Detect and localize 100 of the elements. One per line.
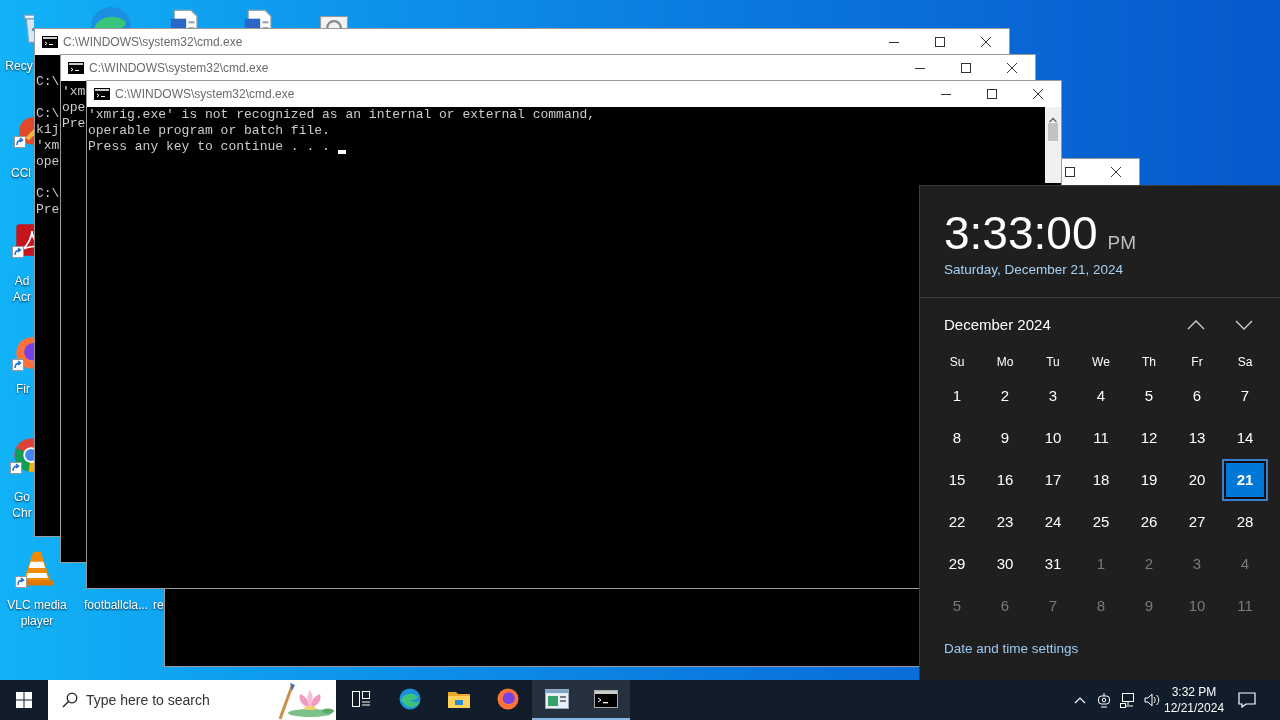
calendar-day[interactable]: 26 — [1126, 501, 1172, 543]
speaker-icon[interactable] — [1144, 692, 1160, 708]
scrollbar[interactable] — [1045, 107, 1061, 183]
calendar-day[interactable]: 9 — [982, 417, 1028, 459]
calendar-day[interactable]: 12 — [1126, 417, 1172, 459]
console-line: C:\ — [36, 74, 60, 90]
calendar-day[interactable]: 23 — [982, 501, 1028, 543]
camera-icon[interactable] — [1097, 692, 1111, 708]
console-line: Pre — [36, 202, 60, 218]
clock-time[interactable]: 3:32 PM — [1164, 684, 1224, 700]
month-label: December 2024 — [944, 314, 1052, 335]
weekday-label: Mo — [995, 354, 1015, 371]
close-icon — [1007, 63, 1017, 73]
window-icon — [544, 689, 569, 709]
console-line: k1j — [36, 122, 60, 138]
maximize-icon — [1065, 167, 1075, 177]
calendar-day[interactable]: 28 — [1222, 501, 1268, 543]
calendar-day[interactable]: 15 — [934, 459, 980, 501]
calendar-day[interactable]: 5 — [1126, 375, 1172, 417]
calendar-day[interactable]: 2 — [1126, 543, 1172, 585]
calendar-day[interactable]: 4 — [1222, 543, 1268, 585]
window-title: C:\WINDOWS\system32\cmd.exe — [115, 86, 296, 103]
weekday-label: Tu — [1045, 354, 1061, 371]
console-line: Pre — [62, 116, 86, 132]
calendar-day[interactable]: 8 — [1078, 585, 1124, 627]
taskbar-app-button[interactable] — [581, 680, 630, 720]
calendar-day[interactable]: 11 — [1222, 585, 1268, 627]
calendar-day[interactable]: 5 — [934, 585, 980, 627]
calendar-day[interactable]: 13 — [1174, 417, 1220, 459]
window-title: C:\WINDOWS\system32\cmd.exe — [89, 60, 270, 77]
chevron-up-icon — [1187, 319, 1205, 330]
calendar-day[interactable]: 25 — [1078, 501, 1124, 543]
network-icon[interactable] — [1120, 692, 1136, 708]
console-line: Press any key to continue . . . — [88, 139, 330, 155]
calendar-day[interactable]: 8 — [934, 417, 980, 459]
notification-icon — [1238, 692, 1256, 708]
calendar-day[interactable]: 3 — [1030, 375, 1076, 417]
calendar-day[interactable]: 30 — [982, 543, 1028, 585]
long-date: Saturday, December 21, 2024 — [944, 260, 1125, 279]
calendar-day[interactable]: 17 — [1030, 459, 1076, 501]
weekday-label: We — [1091, 354, 1111, 371]
calendar-day[interactable]: 31 — [1030, 543, 1076, 585]
close-icon — [1033, 89, 1043, 99]
maximize-icon — [935, 37, 945, 47]
calendar-day[interactable]: 20 — [1174, 459, 1220, 501]
console-line: C:\ — [36, 186, 60, 202]
scrollbar-thumb[interactable] — [1048, 123, 1058, 141]
calendar-day[interactable]: 21 — [1222, 459, 1268, 501]
calendar-day[interactable]: 16 — [982, 459, 1028, 501]
calendar-day[interactable]: 29 — [934, 543, 980, 585]
search-field[interactable]: Type here to search — [86, 689, 246, 711]
console-icon — [42, 36, 58, 48]
clock-meridiem: PM — [1107, 231, 1136, 255]
calendar-day[interactable]: 4 — [1078, 375, 1124, 417]
calendar-day[interactable]: 19 — [1126, 459, 1172, 501]
console-icon — [593, 690, 618, 708]
folder-icon — [446, 689, 471, 709]
calendar-day[interactable]: 9 — [1126, 585, 1172, 627]
calendar-day[interactable]: 27 — [1174, 501, 1220, 543]
clock-date[interactable]: 12/21/2024 — [1164, 700, 1224, 716]
browser-icon — [495, 687, 520, 711]
calendar-day[interactable]: 1 — [934, 375, 980, 417]
calendar-day[interactable]: 14 — [1222, 417, 1268, 459]
console-line: ope — [62, 100, 86, 116]
clock-time: 3:33:00 — [944, 210, 1098, 256]
calendar-day[interactable]: 2 — [982, 375, 1028, 417]
settings-link[interactable]: Date and time settings — [944, 640, 1079, 658]
chevron-down-icon — [1235, 319, 1253, 330]
weekday-label: Th — [1141, 354, 1157, 371]
console-line: operable program or batch file. — [88, 123, 330, 139]
console-icon — [94, 88, 110, 100]
close-icon — [981, 37, 991, 47]
maximize-icon — [987, 89, 997, 99]
weekday-label: Su — [948, 354, 966, 371]
search-icon — [62, 692, 78, 708]
taskbar-app-button[interactable] — [532, 680, 581, 720]
calendar-day[interactable]: 6 — [982, 585, 1028, 627]
calendar-day[interactable]: 7 — [1222, 375, 1268, 417]
weekday-label: Fr — [1190, 354, 1204, 371]
console-line: 'xm — [62, 84, 86, 100]
calendar-day[interactable]: 10 — [1174, 585, 1220, 627]
calendar-day[interactable]: 1 — [1078, 543, 1124, 585]
windows-logo-icon — [16, 692, 32, 708]
calendar-day[interactable]: 3 — [1174, 543, 1220, 585]
console-icon — [68, 62, 84, 74]
maximize-icon — [961, 63, 971, 73]
calendar-day[interactable]: 22 — [934, 501, 980, 543]
calendar-day[interactable]: 10 — [1030, 417, 1076, 459]
calendar-day[interactable]: 24 — [1030, 501, 1076, 543]
task-view-icon — [351, 691, 370, 707]
chevron-up-icon[interactable] — [1074, 696, 1086, 704]
browser-icon — [397, 687, 422, 711]
calendar-day[interactable]: 6 — [1174, 375, 1220, 417]
search-box[interactable]: Type here to search — [48, 680, 336, 720]
calendar-day[interactable]: 11 — [1078, 417, 1124, 459]
console-line: 'xmrig.exe' is not recognized as an internal or external command, — [88, 107, 596, 123]
weekday-label: Sa — [1236, 354, 1254, 371]
calendar-day[interactable]: 18 — [1078, 459, 1124, 501]
close-icon — [1111, 167, 1121, 177]
calendar-day[interactable]: 7 — [1030, 585, 1076, 627]
